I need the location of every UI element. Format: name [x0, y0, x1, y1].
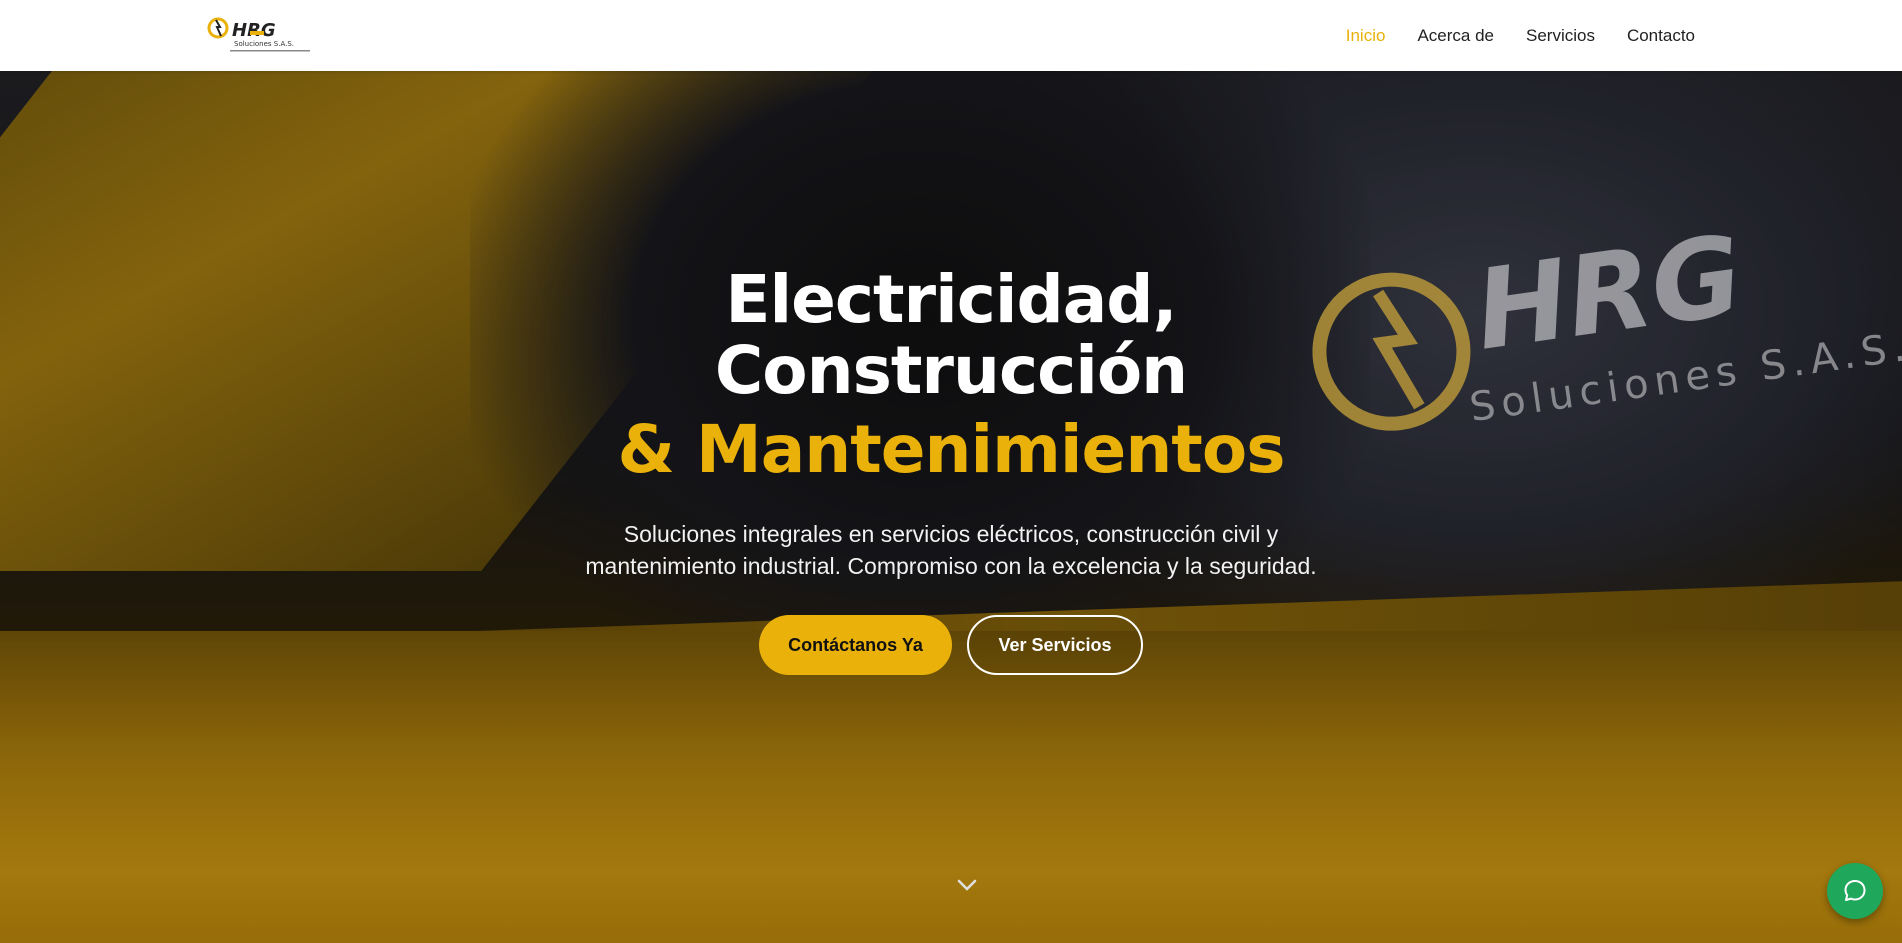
logo-sub-text: Soluciones S.A.S. — [234, 40, 294, 48]
nav-contacto[interactable]: Contacto — [1627, 26, 1695, 46]
nav-acerca-de[interactable]: Acerca de — [1417, 26, 1494, 46]
chat-bubble-icon — [1844, 880, 1866, 901]
hero-section: HRG Soluciones S.A.S. Electricidad, Cons… — [0, 71, 1902, 943]
hero-title-line-3: & Mantenimientos — [617, 411, 1286, 488]
nav-servicios[interactable]: Servicios — [1526, 26, 1595, 46]
hero-title-line-1: Electricidad, — [725, 261, 1177, 338]
hero-subtitle-line-1: Soluciones integrales en servicios eléct… — [623, 521, 1279, 547]
nav-inicio[interactable]: Inicio — [1346, 26, 1386, 46]
background-overlay — [0, 71, 1902, 943]
hrg-logo[interactable]: HRG Soluciones S.A.S. — [206, 14, 326, 56]
contact-now-button[interactable]: Contáctanos Ya — [759, 615, 952, 675]
view-services-button[interactable]: Ver Servicios — [967, 615, 1143, 675]
hero-subtitle-line-2: mantenimiento industrial. Compromiso con… — [585, 553, 1317, 579]
hero-title-line-2: Construcción — [714, 332, 1188, 409]
chat-button[interactable] — [1827, 863, 1883, 919]
site-header: HRG Soluciones S.A.S. Inicio Acerca de S… — [0, 0, 1902, 71]
logo-main-text: HRG — [232, 20, 276, 41]
hero-subtitle: Soluciones integrales en servicios eléct… — [551, 518, 1351, 582]
chevron-down-icon[interactable] — [955, 877, 979, 893]
main-nav: Inicio Acerca de Servicios Contacto — [1346, 0, 1695, 71]
